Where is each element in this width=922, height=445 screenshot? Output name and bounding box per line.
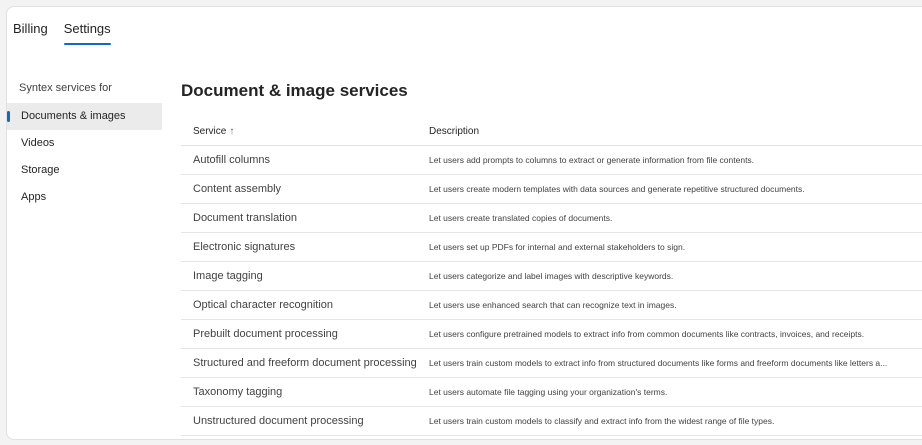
table-row[interactable]: Prebuilt document processing Let users c… bbox=[181, 319, 922, 349]
service-description: Let users use enhanced search that can r… bbox=[417, 290, 922, 320]
table-row[interactable]: Electronic signatures Let users set up P… bbox=[181, 232, 922, 262]
service-description: Let users add prompts to columns to extr… bbox=[417, 145, 922, 175]
table-row[interactable]: Document translation Let users create tr… bbox=[181, 203, 922, 233]
service-description: Let users create modern templates with d… bbox=[417, 174, 922, 204]
table-row[interactable]: Taxonomy tagging Let users automate file… bbox=[181, 377, 922, 407]
service-name: Structured and freeform document process… bbox=[181, 348, 417, 378]
sidebar-item-storage[interactable]: Storage bbox=[7, 157, 162, 184]
services-table: Service ↑ Description Autofill columns Le… bbox=[181, 118, 922, 436]
service-name: Optical character recognition bbox=[181, 290, 417, 320]
table-row[interactable]: Image tagging Let users categorize and l… bbox=[181, 261, 922, 291]
service-description: Let users create translated copies of do… bbox=[417, 203, 922, 233]
table-row[interactable]: Unstructured document processing Let use… bbox=[181, 406, 922, 436]
service-name: Electronic signatures bbox=[181, 232, 417, 262]
sidebar-item-apps[interactable]: Apps bbox=[7, 184, 162, 211]
sort-ascending-icon: ↑ bbox=[229, 125, 235, 137]
service-description: Let users automate file tagging using yo… bbox=[417, 377, 922, 407]
column-header-service[interactable]: Service ↑ bbox=[181, 118, 417, 146]
sidebar-heading: Syntex services for bbox=[19, 82, 112, 94]
table-row[interactable]: Autofill columns Let users add prompts t… bbox=[181, 145, 922, 175]
service-description: Let users set up PDFs for internal and e… bbox=[417, 232, 922, 262]
service-description: Let users categorize and label images wi… bbox=[417, 261, 922, 291]
table-row[interactable]: Structured and freeform document process… bbox=[181, 348, 922, 378]
table-row[interactable]: Content assembly Let users create modern… bbox=[181, 174, 922, 204]
column-header-service-label: Service bbox=[193, 125, 227, 137]
tab-settings[interactable]: Settings bbox=[63, 19, 111, 45]
table-row[interactable]: Optical character recognition Let users … bbox=[181, 290, 922, 320]
table-header-row: Service ↑ Description bbox=[181, 118, 922, 146]
column-header-description-label: Description bbox=[429, 125, 480, 137]
tab-bar: Billing Settings bbox=[13, 19, 111, 49]
main-content: Document & image services Service ↑ Descr… bbox=[181, 79, 922, 436]
sidebar-item-videos[interactable]: Videos bbox=[7, 130, 162, 157]
service-description: Let users configure pretrained models to… bbox=[417, 319, 922, 349]
service-name: Content assembly bbox=[181, 174, 417, 204]
settings-panel: Billing Settings Syntex services for Doc… bbox=[6, 6, 922, 440]
column-header-description[interactable]: Description bbox=[417, 118, 922, 146]
service-name: Image tagging bbox=[181, 261, 417, 291]
page-title: Document & image services bbox=[181, 81, 408, 100]
sidebar-item-documents-images[interactable]: Documents & images bbox=[7, 103, 162, 130]
service-name: Document translation bbox=[181, 203, 417, 233]
service-name: Autofill columns bbox=[181, 145, 417, 175]
service-name: Unstructured document processing bbox=[181, 406, 417, 436]
service-name: Prebuilt document processing bbox=[181, 319, 417, 349]
service-name: Taxonomy tagging bbox=[181, 377, 417, 407]
service-description: Let users train custom models to classif… bbox=[417, 406, 922, 436]
tab-billing[interactable]: Billing bbox=[13, 19, 48, 45]
service-description: Let users train custom models to extract… bbox=[417, 348, 922, 378]
sidebar: Syntex services for Documents & images V… bbox=[7, 81, 162, 211]
